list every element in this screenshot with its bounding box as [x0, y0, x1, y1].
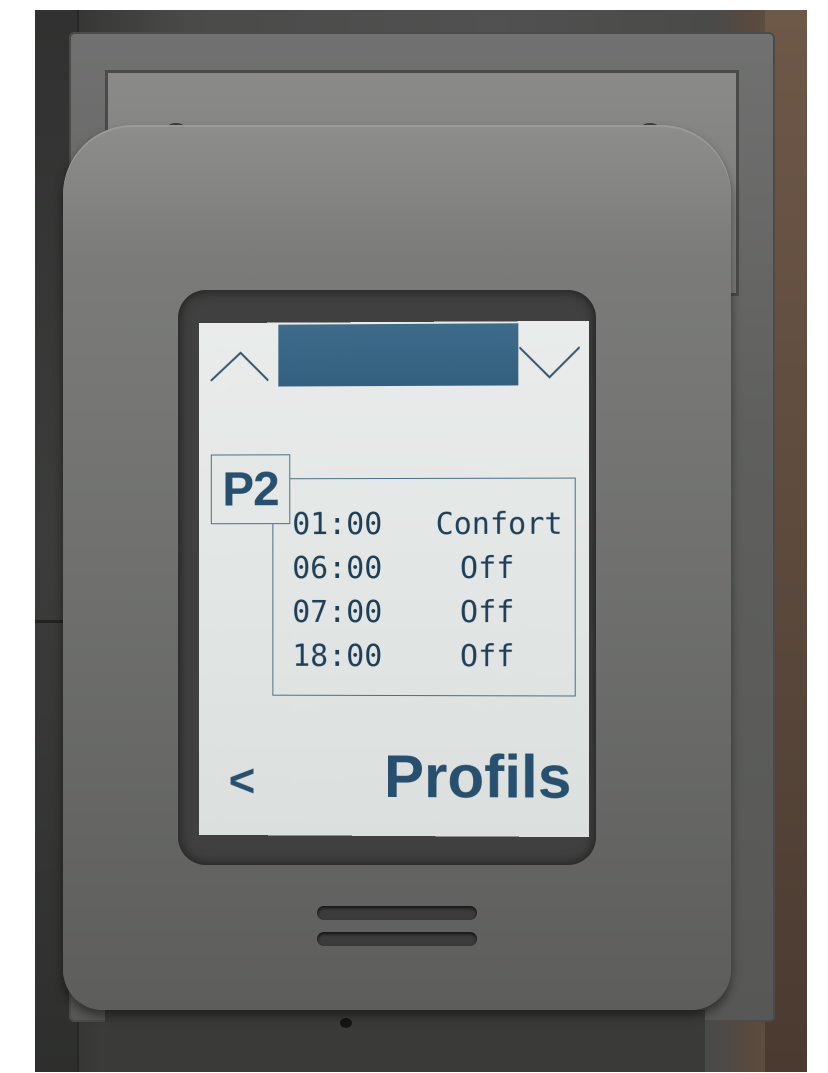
schedule-list: 01:00 Confort 06:00 Off 07:00 Off 18:00 … — [292, 502, 583, 679]
base-hole — [340, 1018, 352, 1028]
schedule-row[interactable]: 06:00 Off — [292, 546, 583, 590]
schedule-mode: Off — [459, 638, 515, 674]
chevron-down-icon[interactable] — [519, 343, 579, 381]
schedule-row[interactable]: 01:00 Confort — [292, 502, 583, 546]
screen-title: Profils — [384, 742, 572, 811]
schedule-mode: Off — [459, 594, 515, 630]
device-base — [105, 1010, 705, 1072]
chevron-up-icon[interactable] — [209, 345, 269, 383]
back-button[interactable]: < — [229, 753, 279, 813]
schedule-mode: Off — [459, 550, 515, 586]
schedule-row[interactable]: 18:00 Off — [292, 634, 583, 679]
profile-badge: P2 — [210, 454, 291, 525]
schedule-row[interactable]: 07:00 Off — [292, 590, 583, 634]
speaker-grille — [317, 906, 477, 920]
schedule-mode: Confort — [435, 506, 563, 542]
title-bar — [278, 323, 519, 387]
lcd-screen: P2 01:00 Confort 06:00 Off 07:00 Off 18:… — [198, 320, 589, 838]
schedule-time: 06:00 — [292, 550, 383, 586]
schedule-time: 07:00 — [292, 594, 383, 630]
schedule-time: 18:00 — [292, 638, 383, 674]
schedule-time: 01:00 — [292, 506, 383, 542]
speaker-grille — [317, 932, 477, 946]
